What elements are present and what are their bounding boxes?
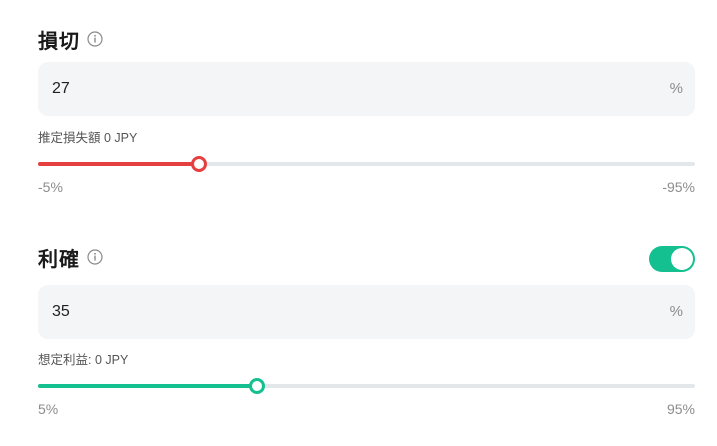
stop-loss-estimate: 推定損失額 0 JPY — [38, 131, 138, 145]
stop-loss-min-label: -5% — [38, 179, 63, 195]
take-profit-unit: % — [669, 303, 683, 320]
take-profit-title: 利確 — [38, 248, 80, 271]
info-icon[interactable] — [87, 31, 103, 47]
toggle-knob — [671, 248, 693, 270]
info-icon[interactable] — [87, 249, 103, 265]
slider-thumb[interactable] — [248, 378, 265, 394]
stop-loss-max-label: -95% — [662, 179, 695, 195]
take-profit-header: 利確 — [38, 244, 695, 272]
take-profit-input[interactable]: 35 % — [38, 285, 695, 339]
slider-thumb[interactable] — [190, 156, 207, 172]
stop-loss-section: 損切 27 % 推定損失額 0 JPY -5% -95% — [38, 26, 695, 195]
take-profit-section: 利確 35 % 想定利益: 0 JPY 5% 95% — [38, 244, 695, 417]
stop-loss-value[interactable]: 27 — [52, 62, 70, 116]
stop-loss-input[interactable]: 27 % — [38, 62, 695, 116]
stop-loss-header: 損切 — [38, 26, 695, 53]
take-profit-value[interactable]: 35 — [52, 285, 70, 339]
take-profit-min-label: 5% — [38, 401, 59, 417]
slider-fill — [38, 162, 199, 166]
take-profit-estimate: 想定利益: 0 JPY — [38, 353, 129, 367]
take-profit-max-label: 95% — [666, 401, 695, 417]
take-profit-toggle[interactable] — [649, 246, 695, 272]
stop-loss-slider[interactable] — [38, 156, 695, 172]
stop-loss-title: 損切 — [38, 30, 80, 53]
take-profit-slider[interactable] — [38, 378, 695, 394]
slider-fill — [38, 384, 257, 388]
stop-loss-unit: % — [669, 80, 683, 97]
